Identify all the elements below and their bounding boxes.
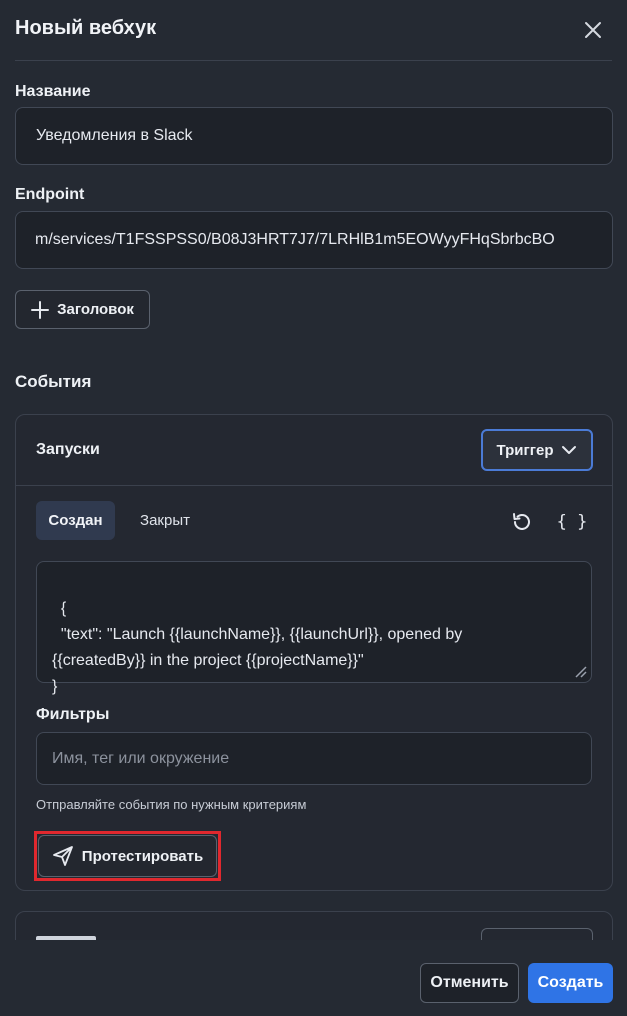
add-header-label: Заголовок bbox=[57, 301, 134, 318]
dialog-title: Новый вебхук bbox=[15, 17, 157, 39]
filters-placeholder: Имя, тег или окружение bbox=[52, 749, 230, 767]
reset-button[interactable] bbox=[507, 507, 537, 537]
name-label: Название bbox=[15, 83, 91, 100]
plus-icon bbox=[31, 300, 50, 319]
reset-icon bbox=[513, 513, 530, 530]
chevron-down-icon bbox=[562, 446, 577, 454]
create-button[interactable]: Создать bbox=[528, 963, 613, 1003]
trigger-dropdown[interactable]: Триггер bbox=[481, 429, 593, 471]
close-button[interactable] bbox=[580, 17, 606, 43]
add-header-button[interactable]: Заголовок bbox=[15, 290, 150, 329]
header-divider bbox=[15, 60, 612, 61]
launches-card-title: Запуски bbox=[36, 441, 100, 458]
test-button[interactable]: Протестировать bbox=[38, 835, 217, 877]
cancel-button[interactable]: Отменить bbox=[420, 963, 519, 1003]
tab-created[interactable]: Создан bbox=[36, 501, 115, 540]
tab-closed-label: Закрыт bbox=[140, 512, 190, 529]
cancel-button-label: Отменить bbox=[430, 974, 509, 991]
close-icon bbox=[585, 22, 601, 38]
endpoint-input[interactable]: m/services/T1FSSPSS0/B08J3HRT7J7/7LRHlB1… bbox=[15, 211, 613, 269]
filters-label: Фильтры bbox=[36, 706, 110, 723]
filters-input[interactable]: Имя, тег или окружение bbox=[36, 732, 592, 785]
format-json-button[interactable]: { } bbox=[552, 507, 592, 537]
tab-closed[interactable]: Закрыт bbox=[125, 501, 205, 540]
send-icon bbox=[52, 846, 73, 866]
resize-handle-icon[interactable] bbox=[573, 664, 587, 678]
card-header-divider bbox=[16, 485, 612, 486]
test-button-label: Протестировать bbox=[81, 847, 204, 865]
payload-text: { "text": "Launch {{launchName}}, {{laun… bbox=[52, 600, 463, 695]
endpoint-label: Endpoint bbox=[15, 186, 85, 203]
trigger-dropdown-label: Триггер bbox=[496, 441, 554, 459]
braces-label: { } bbox=[556, 512, 588, 532]
create-button-label: Создать bbox=[537, 974, 604, 991]
name-input[interactable]: Уведомления в Slack bbox=[15, 107, 613, 165]
payload-textarea[interactable]: { "text": "Launch {{launchName}}, {{laun… bbox=[36, 561, 592, 695]
name-input-value: Уведомления в Slack bbox=[36, 127, 193, 144]
events-title: События bbox=[15, 372, 92, 391]
filters-hint: Отправляйте события по нужным критериям bbox=[36, 797, 307, 812]
tab-created-label: Создан bbox=[48, 512, 103, 529]
endpoint-input-value: m/services/T1FSSPSS0/B08J3HRT7J7/7LRHlB1… bbox=[35, 231, 555, 248]
